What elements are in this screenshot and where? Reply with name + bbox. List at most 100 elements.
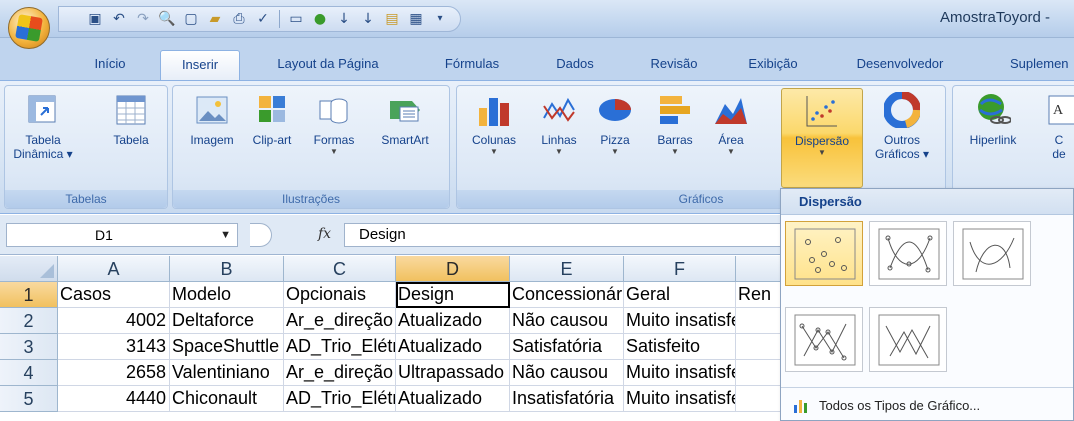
- row-header-2[interactable]: 2: [0, 308, 58, 334]
- sort-desc-icon[interactable]: ↓: [358, 10, 378, 28]
- cell-b1[interactable]: Modelo: [170, 282, 284, 308]
- cell-g1[interactable]: Ren: [736, 282, 780, 308]
- column-header-f[interactable]: F: [624, 256, 736, 282]
- cell-c3[interactable]: AD_Trio_Elétrico: [284, 334, 396, 360]
- table-button[interactable]: Tabela: [101, 92, 161, 147]
- textbox-button[interactable]: A C de: [1039, 92, 1074, 161]
- clipart-button[interactable]: Clip-art: [243, 92, 301, 147]
- shapes-button[interactable]: Formas ▼: [303, 92, 365, 157]
- scatter-straight-lines-markers-option[interactable]: [785, 307, 863, 372]
- cell-b3[interactable]: SpaceShuttle: [170, 334, 284, 360]
- picture-button[interactable]: Imagem: [183, 92, 241, 147]
- new-icon[interactable]: ▢: [181, 10, 201, 28]
- column-header-e[interactable]: E: [510, 256, 624, 282]
- name-box-dropdown-icon[interactable]: ▼: [220, 224, 231, 246]
- spelling-icon[interactable]: ✓: [253, 10, 273, 28]
- cell-c1[interactable]: Opcionais: [284, 282, 396, 308]
- cell-d2[interactable]: Atualizado: [396, 308, 510, 334]
- column-header-a[interactable]: A: [58, 256, 170, 282]
- cell-b4[interactable]: Valentiniano: [170, 360, 284, 386]
- column-header-b[interactable]: B: [170, 256, 284, 282]
- cell-d5[interactable]: Atualizado: [396, 386, 510, 412]
- column-header-d[interactable]: D: [396, 256, 510, 282]
- tab-layout-pagina[interactable]: Layout da Página: [258, 50, 398, 80]
- insert-function-icon[interactable]: fx: [318, 226, 331, 242]
- area-chart-button[interactable]: Área ▼: [707, 92, 755, 157]
- formula-input[interactable]: Design: [344, 223, 784, 247]
- row-header-1[interactable]: 1: [0, 282, 58, 308]
- open-icon[interactable]: ▰: [205, 10, 225, 28]
- scatter-smooth-lines-option[interactable]: [953, 221, 1031, 286]
- bar-chart-button[interactable]: Barras ▼: [647, 92, 703, 157]
- cell-g5[interactable]: [736, 386, 780, 412]
- select-all-button[interactable]: [0, 256, 58, 282]
- cell-e2[interactable]: Não causou: [510, 308, 624, 334]
- tab-formulas[interactable]: Fórmulas: [432, 50, 512, 80]
- worksheet-grid[interactable]: A B C D E F 1 Casos Modelo Opcionais Des…: [0, 256, 780, 421]
- cell-c5[interactable]: AD_Trio_Elétrico: [284, 386, 396, 412]
- cell-d3[interactable]: Atualizado: [396, 334, 510, 360]
- tab-inserir[interactable]: Inserir: [160, 50, 240, 80]
- redo-icon[interactable]: ↷: [133, 10, 153, 28]
- customize-qat-icon[interactable]: ▾: [430, 10, 450, 28]
- cell-a1[interactable]: Casos: [58, 282, 170, 308]
- column-header-c[interactable]: C: [284, 256, 396, 282]
- tab-dados[interactable]: Dados: [545, 50, 605, 80]
- tab-desenvolvedor[interactable]: Desenvolvedor: [840, 50, 960, 80]
- cell-a2[interactable]: 4002: [58, 308, 170, 334]
- name-box[interactable]: D1 ▼: [6, 223, 238, 247]
- undo-icon[interactable]: ↶: [109, 10, 129, 28]
- cell-g2[interactable]: [736, 308, 780, 334]
- sort-asc-icon[interactable]: ↓: [334, 10, 354, 28]
- cell-f5[interactable]: Muito insatisfeito: [624, 386, 736, 412]
- clipboard-icon[interactable]: ▤: [382, 10, 402, 28]
- formula-bar-grip[interactable]: [250, 223, 272, 247]
- record-icon[interactable]: ●: [310, 10, 330, 28]
- pie-chart-button[interactable]: Pizza ▼: [591, 92, 639, 157]
- line-chart-button[interactable]: Linhas ▼: [531, 92, 587, 157]
- cell-e3[interactable]: Satisfatória: [510, 334, 624, 360]
- scatter-markers-only-option[interactable]: [785, 221, 863, 286]
- cell-d1[interactable]: Design: [396, 282, 510, 308]
- cell-d4[interactable]: Ultrapassado: [396, 360, 510, 386]
- window-icon[interactable]: ▭: [286, 10, 306, 28]
- cell-g4[interactable]: 2: [736, 360, 780, 386]
- cell-f2[interactable]: Muito insatisfeito: [624, 308, 736, 334]
- cell-f3[interactable]: Satisfeito: [624, 334, 736, 360]
- column-chart-button[interactable]: Colunas ▼: [463, 92, 525, 157]
- cell-a3[interactable]: 3143: [58, 334, 170, 360]
- cell-c4[interactable]: Ar_e_direção: [284, 360, 396, 386]
- cell-a5[interactable]: 4440: [58, 386, 170, 412]
- scatter-smooth-lines-markers-option[interactable]: [869, 221, 947, 286]
- tab-suplementos[interactable]: Suplemen: [1010, 50, 1074, 80]
- cell-g3[interactable]: [736, 334, 780, 360]
- row-header-3[interactable]: 3: [0, 334, 58, 360]
- tab-exibicao[interactable]: Exibição: [733, 50, 813, 80]
- row-header-4[interactable]: 4: [0, 360, 58, 386]
- cell-e1[interactable]: Concessionária: [510, 282, 624, 308]
- all-chart-types-option[interactable]: Todos os Tipos de Gráfico...: [793, 394, 980, 416]
- print-icon[interactable]: ⎙: [229, 10, 249, 28]
- print-preview-icon[interactable]: 🔍: [157, 10, 177, 28]
- column-header-g[interactable]: [736, 256, 780, 282]
- cell-b2[interactable]: Deltaforce: [170, 308, 284, 334]
- cell-c2[interactable]: Ar_e_direção: [284, 308, 396, 334]
- office-button[interactable]: [8, 7, 50, 49]
- cell-b5[interactable]: Chiconault: [170, 386, 284, 412]
- scatter-straight-lines-option[interactable]: [869, 307, 947, 372]
- row-header-5[interactable]: 5: [0, 386, 58, 412]
- cell-a4[interactable]: 2658: [58, 360, 170, 386]
- smartart-button[interactable]: SmartArt: [369, 92, 441, 147]
- scatter-chart-button[interactable]: Dispersão ▼: [781, 88, 863, 188]
- hyperlink-button[interactable]: Hiperlink: [959, 92, 1027, 147]
- tab-inicio[interactable]: Início: [80, 50, 140, 80]
- cell-f1[interactable]: Geral: [624, 282, 736, 308]
- tab-revisao[interactable]: Revisão: [634, 50, 714, 80]
- cell-e4[interactable]: Não causou: [510, 360, 624, 386]
- cell-e5[interactable]: Insatisfatória: [510, 386, 624, 412]
- pivot-table-button[interactable]: Tabela Dinâmica ▾: [11, 92, 75, 161]
- chart-wizard-icon[interactable]: ▦: [406, 10, 426, 28]
- other-charts-button[interactable]: Outros Gráficos ▾: [863, 92, 941, 161]
- cell-f4[interactable]: Muito insatisfeito: [624, 360, 736, 386]
- save-icon[interactable]: ▣: [85, 10, 105, 28]
